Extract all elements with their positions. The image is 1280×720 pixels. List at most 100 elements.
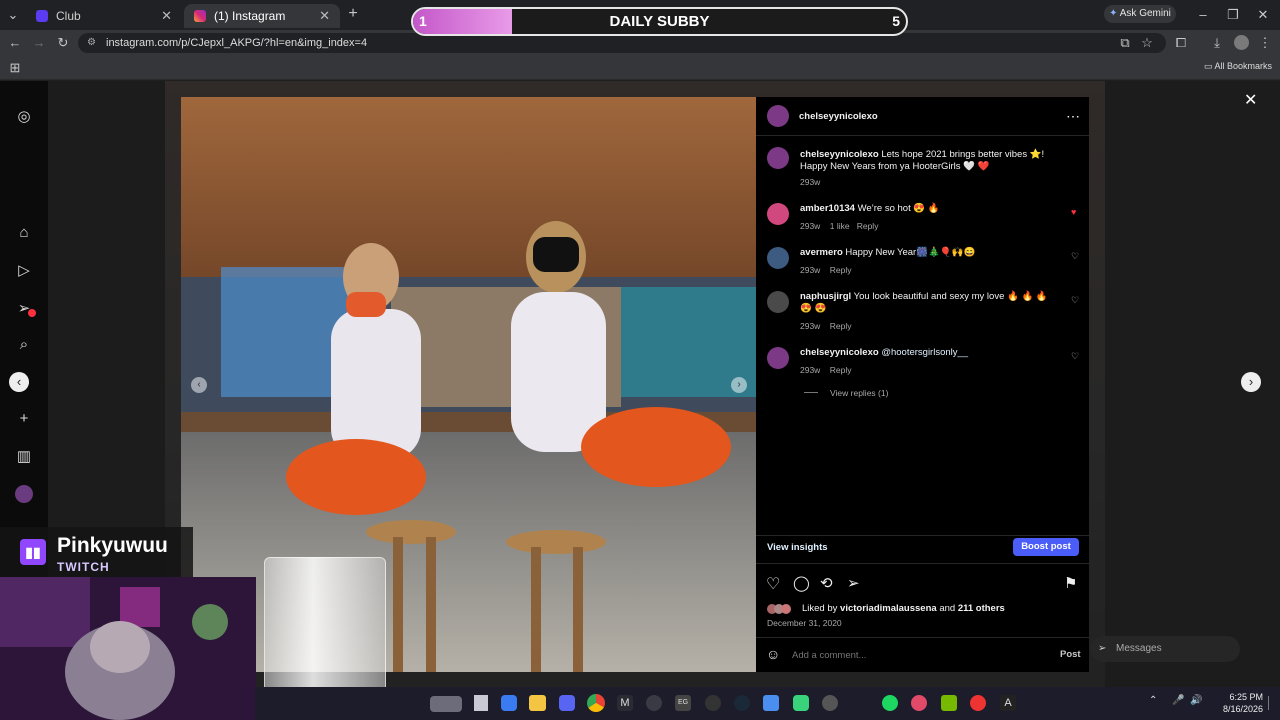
like-heart-icon[interactable]: ♡	[766, 574, 780, 594]
volume-icon[interactable]: 🔊	[1190, 695, 1202, 706]
comment-heart-icon[interactable]: ♡	[1071, 351, 1079, 362]
caption-avatar[interactable]	[767, 147, 789, 169]
epic-games-icon[interactable]: EG	[675, 695, 691, 711]
task-view-icon[interactable]	[474, 695, 488, 711]
close-modal-icon[interactable]: ✕	[1244, 90, 1257, 110]
divider	[756, 535, 1089, 536]
minimize-icon[interactable]: –	[1196, 7, 1210, 23]
comment-avatar[interactable]	[767, 203, 789, 225]
apps-grid-icon[interactable]: ⊞	[8, 60, 22, 76]
tab-instagram[interactable]: (1) Instagram ✕	[184, 4, 340, 28]
next-post-icon[interactable]: ›	[1241, 372, 1261, 392]
search-icon[interactable]: ⌕	[14, 335, 34, 355]
comment-heart-icon[interactable]: ♡	[1071, 251, 1079, 262]
show-desktop-button[interactable]	[1268, 696, 1276, 710]
more-options-icon[interactable]: ⋯	[1066, 108, 1080, 125]
windows-taskbar: M EG A ⌃ 🎤 🔊 6:25 PM 8/16/2026	[255, 687, 1280, 720]
microphone-icon[interactable]: 🎤	[1172, 695, 1184, 706]
post-comment-button[interactable]: Post	[1060, 649, 1081, 660]
comment-mention-link[interactable]: @hootersgirlsonly__	[881, 347, 968, 358]
comment-heart-icon[interactable]: ♡	[1071, 295, 1079, 306]
maps-pin-icon[interactable]	[911, 695, 927, 711]
previous-post-icon[interactable]: ‹	[9, 372, 29, 392]
photo-next-icon[interactable]: ›	[731, 377, 747, 393]
home-icon[interactable]: ⌂	[14, 223, 34, 243]
instagram-logo-icon[interactable]: ◎	[14, 107, 34, 127]
all-bookmarks-button[interactable]: ▭ All Bookmarks	[1204, 61, 1272, 72]
extensions-icon[interactable]: ⧠	[1174, 35, 1188, 51]
comment-like-count[interactable]: 1 like	[830, 221, 850, 231]
view-replies-button[interactable]: View replies (1)	[830, 388, 888, 398]
spotify-icon[interactable]	[882, 695, 898, 711]
profile-icon[interactable]	[15, 485, 33, 503]
caption-username[interactable]: chelseyynicolexo	[800, 149, 879, 160]
reply-button[interactable]: Reply	[857, 221, 879, 231]
liked-by-and: and	[939, 603, 956, 614]
chrome-icon[interactable]	[587, 694, 605, 712]
photo-prev-icon[interactable]: ‹	[191, 377, 207, 393]
clock[interactable]: 6:25 PM 8/16/2026	[1211, 691, 1263, 715]
tab-club[interactable]: Club ✕	[26, 4, 182, 28]
record-icon[interactable]	[970, 695, 986, 711]
author-username[interactable]: chelseyynicolexo	[799, 111, 878, 122]
comment-username[interactable]: avermero	[800, 247, 843, 258]
boost-post-button[interactable]: Boost post	[1013, 538, 1079, 556]
new-tab-icon[interactable]: +	[344, 6, 362, 22]
profile-avatar[interactable]	[1234, 35, 1249, 50]
github-icon[interactable]	[705, 695, 721, 711]
close-window-icon[interactable]: ✕	[1256, 7, 1270, 23]
install-app-icon[interactable]: ⧉	[1118, 35, 1132, 51]
view-insights-link[interactable]: View insights	[767, 542, 828, 553]
site-info-icon[interactable]: ⚙	[87, 33, 96, 53]
close-tab-icon[interactable]: ✕	[161, 8, 172, 24]
bookmark-star-icon[interactable]: ☆	[1140, 35, 1154, 51]
comment-username[interactable]: naphusjirgl	[800, 291, 851, 302]
copilot-icon[interactable]	[501, 695, 517, 711]
ask-gemini-button[interactable]: ✦ Ask Gemini	[1104, 5, 1176, 23]
forward-icon[interactable]: →	[32, 35, 46, 51]
file-explorer-icon[interactable]	[529, 695, 546, 711]
download-icon[interactable]: ⤓	[1210, 35, 1224, 51]
reply-button[interactable]: Reply	[830, 265, 852, 275]
tab-search-icon[interactable]: ⌄	[6, 7, 20, 23]
comment-avatar[interactable]	[767, 347, 789, 369]
tray-chevron-icon[interactable]: ⌃	[1149, 695, 1157, 706]
liked-by-others[interactable]: 211 others	[958, 603, 1005, 614]
reload-icon[interactable]: ↻	[56, 35, 70, 51]
app-icon[interactable]	[822, 695, 838, 711]
comment-bubble-icon[interactable]: ◯	[793, 574, 810, 592]
divider	[756, 563, 1089, 564]
dashboard-icon[interactable]: ▥	[14, 447, 34, 467]
reels-icon[interactable]: ▷	[14, 261, 34, 281]
create-icon[interactable]: +	[14, 409, 34, 429]
mail-icon[interactable]: M	[617, 695, 633, 711]
reply-button[interactable]: Reply	[830, 365, 852, 375]
close-tab-icon[interactable]: ✕	[319, 8, 330, 24]
comment-username[interactable]: chelseyynicolexo	[800, 347, 879, 358]
comment-liked-heart-icon[interactable]: ♥	[1071, 207, 1076, 217]
emoji-icon[interactable]: ☺	[766, 646, 780, 662]
obs-icon[interactable]	[646, 695, 662, 711]
comment-avatar[interactable]	[767, 247, 789, 269]
app-icon[interactable]: A	[1000, 695, 1016, 711]
messages-pill[interactable]: ➢ Messages	[1090, 636, 1240, 662]
comment-username[interactable]: amber10134	[800, 203, 855, 214]
add-comment-input[interactable]	[792, 647, 1022, 663]
repost-icon[interactable]: ⟲	[820, 574, 833, 592]
streamlabs-icon[interactable]	[793, 695, 809, 711]
share-icon[interactable]: ➢	[847, 574, 860, 592]
nvidia-icon[interactable]	[941, 695, 957, 711]
address-bar[interactable]: ⚙ instagram.com/p/CJepxl_AKPG/?hl=en&img…	[78, 33, 1166, 53]
liked-by-user[interactable]: victoriadimalaussena	[840, 603, 937, 614]
back-icon[interactable]: ←	[8, 35, 22, 51]
reply-button[interactable]: Reply	[830, 321, 852, 331]
maximize-icon[interactable]: ❐	[1226, 7, 1240, 23]
app-icon[interactable]	[763, 695, 779, 711]
widgets-icon[interactable]	[430, 696, 462, 712]
comment-avatar[interactable]	[767, 291, 789, 313]
save-bookmark-icon[interactable]: ⚑	[1064, 574, 1077, 592]
discord-icon[interactable]	[559, 695, 575, 711]
browser-menu-icon[interactable]: ⋮	[1258, 35, 1272, 51]
author-avatar[interactable]	[767, 105, 789, 127]
steam-icon[interactable]	[734, 695, 750, 711]
